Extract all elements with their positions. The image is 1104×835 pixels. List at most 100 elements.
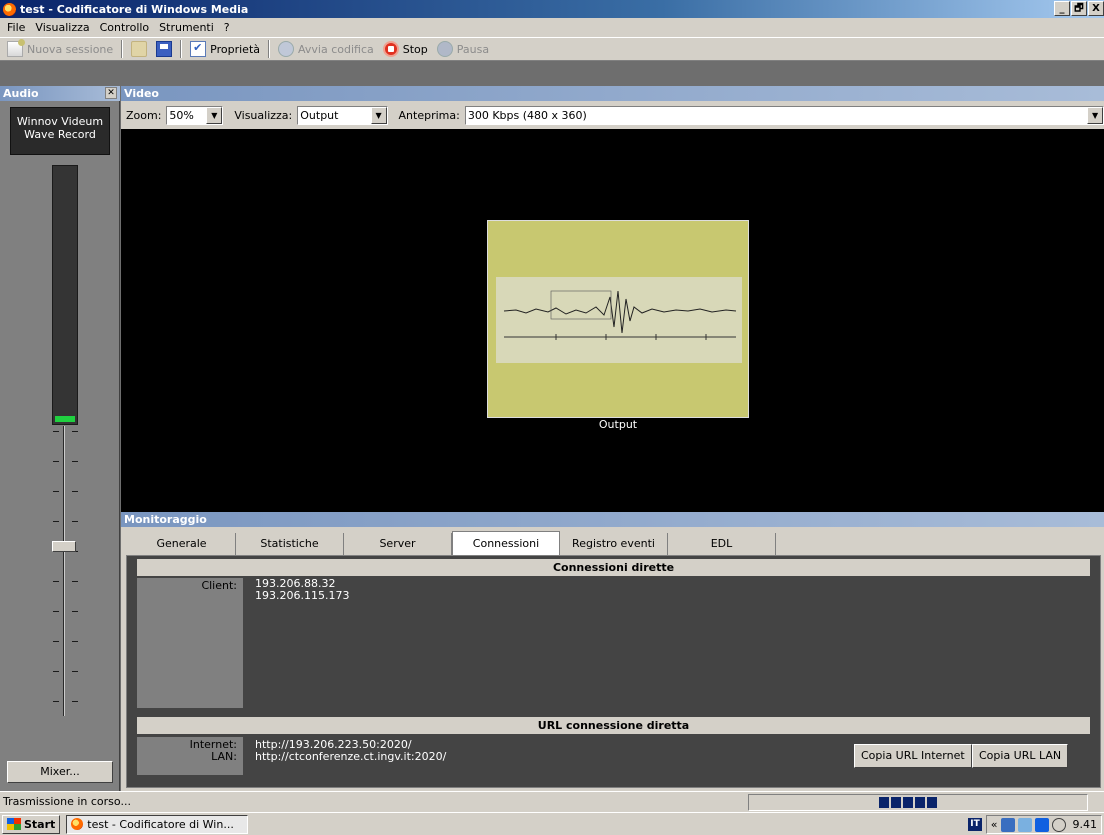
properties-label: Proprietà [210,42,261,56]
tab-connessioni[interactable]: Connessioni [452,531,560,555]
preview-select[interactable]: 300 Kbps (480 x 360) ▼ [464,105,1104,125]
open-button[interactable] [128,39,150,59]
chevron-down-icon[interactable]: ▼ [206,106,223,124]
pause-button[interactable]: Pausa [434,39,492,59]
toolbar: Nuova sessione Proprietà Avvia codifica … [0,37,1104,61]
new-session-icon [7,39,25,57]
menu-strumenti[interactable]: Strumenti [154,21,219,34]
media-play-icon[interactable] [1034,817,1049,832]
mixer-button[interactable]: Mixer... [7,761,113,783]
chevron-down-icon[interactable]: ▼ [1087,106,1104,124]
menu-file[interactable]: File [2,21,30,34]
minimize-button[interactable]: _ [1054,1,1070,16]
start-label: Start [24,817,56,831]
progress-block [927,797,937,808]
menu-visualizza[interactable]: Visualizza [30,21,94,34]
language-indicator[interactable]: IT [968,818,982,831]
slider-tick [72,701,78,702]
system-tray: IT « 9.41 [968,815,1102,834]
encoder-icon [71,818,84,830]
maximize-button[interactable]: 🗗 [1071,1,1087,16]
slider-tick [53,611,59,612]
tab-server[interactable]: Server [344,533,452,555]
audio-panel: Winnov Videum Wave Record Mixer... [0,101,120,791]
network-icon[interactable] [1000,817,1015,832]
monitor-icon[interactable] [1017,817,1032,832]
view-label: Visualizza: [234,108,293,122]
audio-panel-title: Audio [3,87,39,100]
slider-tick [53,461,59,462]
tab-generale[interactable]: Generale [128,533,236,555]
audio-panel-close-icon[interactable]: ✕ [105,87,117,99]
volume-slider-thumb[interactable] [52,541,76,552]
connections-tab-content: Connessioni dirette Client: 193.206.88.3… [126,555,1101,788]
direct-connections-header: Connessioni dirette [137,559,1090,576]
client-list: 193.206.88.32 193.206.115.173 [255,578,349,602]
copy-lan-url-button[interactable]: Copia URL LAN [972,744,1069,768]
slider-tick [72,431,78,432]
menu-bar: File Visualizza Controllo Strumenti ? [0,18,1104,37]
slider-tick [72,581,78,582]
title-bar: test - Codificatore di Windows Media _ 🗗… [0,0,1104,18]
list-item[interactable]: 193.206.115.173 [255,590,349,602]
properties-button[interactable]: Proprietà [187,39,263,59]
properties-check-icon [190,41,207,57]
view-value: Output [300,108,339,122]
toolbar-separator [268,40,271,58]
taskbar-app-label: test - Codificatore di Win... [87,817,234,831]
slider-tick [72,611,78,612]
new-session-button[interactable]: Nuova sessione [4,39,116,59]
slider-tick [53,701,59,702]
slider-tick [72,671,78,672]
window-title: test - Codificatore di Windows Media [20,2,249,16]
audio-level-meter [52,165,78,425]
video-display: Output [121,129,1104,512]
start-encoding-icon [278,41,295,57]
url-values: http://193.206.223.50:2020/ http://ctcon… [255,739,446,763]
monitor-panel-header: Monitoraggio [121,512,1104,527]
menu-help[interactable]: ? [219,21,235,34]
zoom-value: 50% [169,108,194,122]
client-label: Client: [137,578,243,708]
slider-tick [72,461,78,462]
video-output-preview [487,220,749,418]
slider-tick [72,641,78,642]
tray-expand-icon[interactable]: « [991,818,998,831]
toolbar-separator [180,40,183,58]
preview-label: Anteprima: [398,108,460,122]
progress-block [891,797,901,808]
start-encoding-button[interactable]: Avvia codifica [275,39,377,59]
lan-url: http://ctconferenze.ct.ingv.it:2020/ [255,750,447,763]
zoom-select[interactable]: 50% ▼ [166,105,224,125]
chevron-down-icon[interactable]: ▼ [370,106,387,124]
clock: 9.41 [1072,818,1098,831]
url-labels: Internet: LAN: [137,737,243,775]
status-bar: Trasmissione in corso... [0,791,1104,812]
windows-logo-icon [7,818,21,830]
tab-edl[interactable]: EDL [668,533,776,555]
stop-button[interactable]: Stop [380,39,431,59]
save-button[interactable] [153,39,175,59]
save-disk-icon [156,41,173,57]
lan-label: LAN: [211,750,237,763]
tab-registro-eventi[interactable]: Registro eventi [560,533,668,555]
monitor-panel-title: Monitoraggio [124,513,207,526]
taskbar-app-button[interactable]: test - Codificatore di Win... [66,814,249,834]
speaker-icon[interactable] [1051,817,1066,832]
video-panel-title: Video [124,87,159,100]
start-button[interactable]: Start [2,814,61,834]
video-controls-bar: Zoom: 50% ▼ Visualizza: Output ▼ Antepri… [121,101,1104,129]
audio-level-fill [55,416,75,422]
slider-tick [53,581,59,582]
close-button[interactable]: X [1088,1,1104,16]
menu-controllo[interactable]: Controllo [95,21,155,34]
slider-tick [53,671,59,672]
volume-slider-track[interactable] [63,426,65,716]
tab-statistiche[interactable]: Statistiche [236,533,344,555]
slider-tick [53,431,59,432]
view-select[interactable]: Output ▼ [297,105,388,125]
slider-tick [53,521,59,522]
open-folder-icon [131,41,148,57]
zoom-label: Zoom: [126,108,162,122]
copy-internet-url-button[interactable]: Copia URL Internet [854,744,972,768]
